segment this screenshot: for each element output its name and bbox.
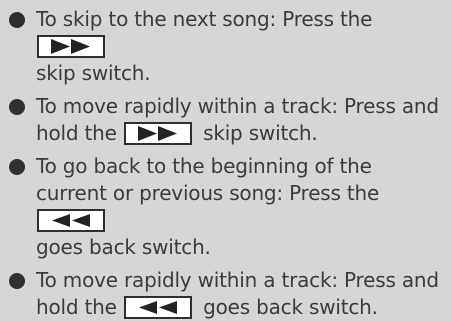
instruction-list: To skip to the next song: Press the skip… — [0, 0, 451, 321]
item-line: hold the skip switch. — [36, 120, 445, 147]
list-item-fast-forward: To move rapidly within a track: Press an… — [0, 93, 451, 147]
item-text: To go back to the beginning of the — [36, 154, 372, 178]
item-text: goes back switch. — [203, 295, 378, 319]
instruction-page: To skip to the next song: Press the skip… — [0, 0, 451, 319]
rewind-icon — [123, 296, 192, 319]
fast-forward-icon — [123, 122, 192, 145]
bullet-icon — [9, 12, 25, 28]
list-item-skip-next: To skip to the next song: Press the skip… — [0, 0, 451, 87]
fast-forward-icon — [37, 35, 105, 58]
item-line: skip switch. — [36, 61, 151, 85]
item-text: goes back switch. — [36, 235, 211, 259]
item-text: hold the — [36, 121, 117, 145]
list-item-go-back: To go back to the beginning of the curre… — [0, 153, 451, 261]
bullet-icon — [9, 159, 25, 175]
item-line: hold the goes back switch. — [36, 294, 445, 321]
item-text: skip switch. — [203, 121, 318, 145]
item-line: To skip to the next song: Press the — [36, 6, 445, 60]
list-item-rewind: To move rapidly within a track: Press an… — [0, 267, 451, 321]
bullet-icon — [9, 273, 25, 289]
item-line: current or previous song: Press the — [36, 180, 445, 234]
rewind-icon — [37, 209, 105, 232]
item-text: To move rapidly within a track: Press an… — [36, 94, 439, 118]
item-text: current or previous song: Press the — [36, 181, 380, 205]
bullet-icon — [9, 99, 25, 115]
item-text: To skip to the next song: Press the — [36, 7, 373, 31]
item-text: To move rapidly within a track: Press an… — [36, 268, 439, 292]
item-text: hold the — [36, 295, 117, 319]
